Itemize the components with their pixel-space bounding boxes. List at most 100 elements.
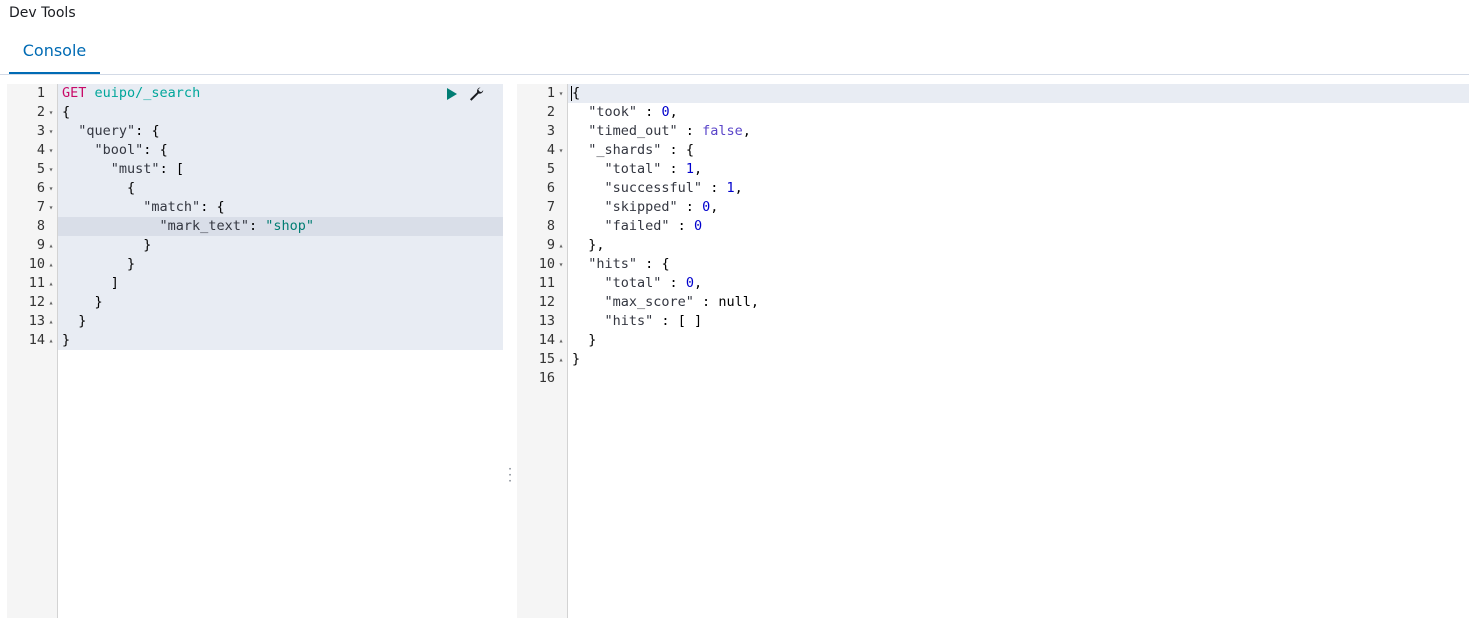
fold-toggle-icon[interactable]: ▴ [557,331,565,350]
line-number: 2 [546,104,555,120]
fold-toggle-icon[interactable]: ▴ [47,236,55,255]
code-line: 2 "took" : 0, [517,103,1469,122]
code-line: 12 "max_score" : null, [517,293,1469,312]
code-line: 7 ▾ "match": { [7,198,503,217]
code-line: 4 ▾ "_shards" : { [517,141,1469,160]
code-text: } [94,294,103,310]
line-number: 3 [546,123,555,139]
code-line: 3 "timed_out" : false, [517,122,1469,141]
line-number: 11 [538,275,555,291]
request-lines: 1 GET euipo/_search 2 ▾{3 ▾ "query": {4 ▾ "bo… [7,84,503,350]
response-lines: 1 ▾{2 "took" : 0, 3 "timed_out" : false, 4 ▾… [517,84,1469,388]
code-text: "mark_text": "shop" [159,218,315,234]
code-line: 12 ▴ } [7,293,503,312]
code-text: "max_score" : null, [604,294,759,310]
code-text: } [143,237,152,253]
line-number: 7 [36,199,45,215]
code-line: 11 "total" : 0, [517,274,1469,293]
code-text: "must": [ [110,161,184,177]
request-path: euipo/_search [94,85,201,101]
line-number: 6 [546,180,555,196]
fold-toggle-icon[interactable]: ▴ [47,331,55,350]
code-text: "skipped" : 0, [604,199,719,215]
code-text: } [78,313,87,329]
wrench-icon[interactable] [468,86,484,102]
code-text: { [127,180,136,196]
fold-toggle-icon[interactable]: ▴ [557,236,565,255]
fold-toggle-icon[interactable]: ▾ [47,179,55,198]
tabs-divider [0,74,1469,75]
line-number: 10 [538,256,555,272]
line-number: 16 [538,370,555,386]
code-text: { [571,85,581,101]
code-line: 10 ▾ "hits" : { [517,255,1469,274]
code-text: } [588,332,597,348]
code-text: "hits" : { [588,256,670,272]
line-number: 7 [546,199,555,215]
code-line: 8 "failed" : 0 [517,217,1469,236]
request-editor[interactable]: 1 GET euipo/_search 2 ▾{3 ▾ "query": {4 ▾ "bo… [7,84,503,618]
code-text: "took" : 0, [588,104,678,120]
line-number: 1 [36,85,45,101]
app-title: Dev Tools [9,5,76,21]
pane-resizer[interactable]: · · · [505,463,515,487]
line-number: 1 [546,85,555,101]
code-line: 6 "successful" : 1, [517,179,1469,198]
fold-toggle-icon[interactable]: ▴ [47,293,55,312]
fold-toggle-icon[interactable]: ▾ [47,122,55,141]
code-line: 6 ▾ { [7,179,503,198]
code-line: 15 ▴} [517,350,1469,369]
code-line: 1 GET euipo/_search [7,84,503,103]
code-line: 14 ▴ } [517,331,1469,350]
code-text: "bool": { [94,142,168,158]
code-text: "total" : 1, [604,161,703,177]
line-number: 5 [36,161,45,177]
fold-toggle-icon[interactable]: ▴ [557,350,565,369]
tab-console[interactable]: Console [9,40,100,75]
code-text: "_shards" : { [588,142,694,158]
code-text: "successful" : 1, [604,180,743,196]
line-number: 5 [546,161,555,177]
line-number: 9 [36,237,45,253]
code-line: 7 "skipped" : 0, [517,198,1469,217]
line-number: 13 [538,313,555,329]
fold-toggle-icon[interactable]: ▾ [47,160,55,179]
code-line: 16 [517,369,1469,388]
fold-toggle-icon[interactable]: ▾ [47,141,55,160]
line-number: 12 [28,294,45,310]
fold-toggle-icon[interactable]: ▾ [47,198,55,217]
line-number: 4 [36,142,45,158]
code-text: "match": { [143,199,225,215]
line-number: 6 [36,180,45,196]
code-text: "timed_out" : false, [588,123,751,139]
code-line: 5 "total" : 1, [517,160,1469,179]
fold-toggle-icon[interactable]: ▴ [47,312,55,331]
code-line: 5 ▾ "must": [ [7,160,503,179]
line-number: 4 [546,142,555,158]
line-number: 12 [538,294,555,310]
line-number: 15 [538,351,555,367]
line-number: 2 [36,104,45,120]
fold-toggle-icon[interactable]: ▴ [47,274,55,293]
line-number: 14 [28,332,45,348]
fold-toggle-icon[interactable]: ▾ [557,84,565,103]
code-text: "total" : 0, [604,275,703,291]
request-method: GET [62,85,87,101]
code-text: } [62,332,71,348]
code-text: } [127,256,136,272]
code-line: 13 "hits" : [ ] [517,312,1469,331]
line-number: 11 [28,275,45,291]
code-text: }, [588,237,605,253]
fold-toggle-icon[interactable]: ▴ [47,255,55,274]
code-text: "failed" : 0 [604,218,703,234]
code-text: "hits" : [ ] [604,313,703,329]
code-line: 11 ▴ ] [7,274,503,293]
line-number: 13 [28,313,45,329]
code-line: 10 ▴ } [7,255,503,274]
line-number: 8 [36,218,45,234]
fold-toggle-icon[interactable]: ▾ [557,141,565,160]
play-icon[interactable] [447,88,457,100]
fold-toggle-icon[interactable]: ▾ [47,103,55,122]
fold-toggle-icon[interactable]: ▾ [557,255,565,274]
code-line: 4 ▾ "bool": { [7,141,503,160]
